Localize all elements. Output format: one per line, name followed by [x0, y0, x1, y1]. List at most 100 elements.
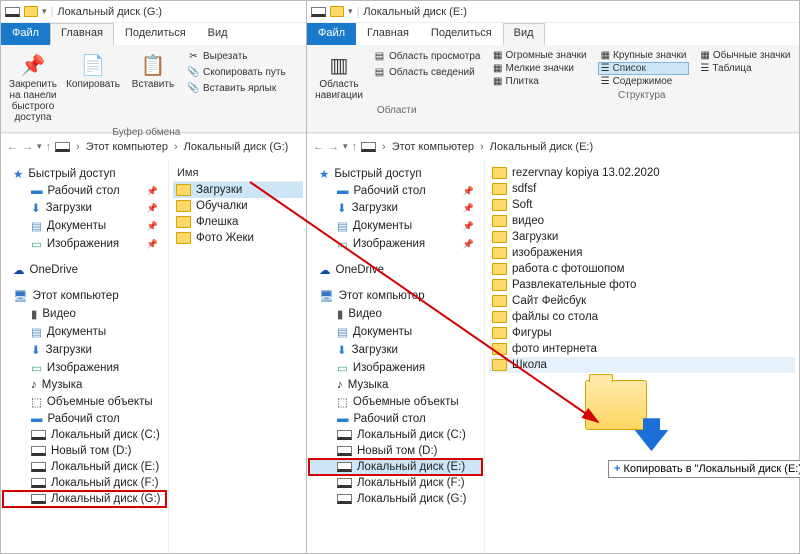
tab-share[interactable]: Поделиться — [420, 23, 503, 45]
paste-button[interactable]: 📋 Вставить — [125, 49, 181, 92]
tree-downloads-2[interactable]: ⬇Загрузки — [309, 341, 482, 359]
up-icon[interactable]: ↑ — [46, 141, 52, 153]
file-row[interactable]: Soft — [489, 197, 795, 213]
tree-onedrive[interactable]: ☁OneDrive — [3, 261, 166, 279]
tree-desktop[interactable]: ▬Рабочий стол📌 — [3, 183, 166, 199]
tree-pictures[interactable]: ▭Изображения📌 — [3, 235, 166, 253]
tree-quick-access[interactable]: ★Быстрый доступ — [309, 165, 482, 183]
tab-file[interactable]: Файл — [307, 23, 356, 45]
tree-documents[interactable]: ▤Документы📌 — [3, 217, 166, 235]
breadcrumb-drive[interactable]: Локальный диск (G:) — [184, 141, 289, 153]
view-normal[interactable]: ▦Обычные значки — [697, 49, 793, 62]
tab-main[interactable]: Главная — [356, 23, 420, 45]
tree-video[interactable]: ▮Видео — [309, 305, 482, 323]
view-list[interactable]: ☰Список — [598, 62, 690, 75]
breadcrumb[interactable]: ← → ▾ ↑ › Этот компьютер › Локальный дис… — [307, 133, 799, 159]
tree-documents-2[interactable]: ▤Документы — [3, 323, 166, 341]
view-small[interactable]: ▦Мелкие значки — [490, 62, 590, 75]
file-row[interactable]: Сайт Фейсбук — [489, 293, 795, 309]
tree-pictures[interactable]: ▭Изображения📌 — [309, 235, 482, 253]
dropdown-icon[interactable]: ▾ — [348, 6, 353, 17]
tree-downloads[interactable]: ⬇Загрузки📌 — [309, 199, 482, 217]
nav-tree[interactable]: ★Быстрый доступ ▬Рабочий стол📌 ⬇Загрузки… — [307, 159, 485, 553]
details-pane-button[interactable]: ▤Область сведений — [371, 65, 482, 80]
tab-view[interactable]: Вид — [503, 23, 545, 45]
tree-3d-objects[interactable]: ⬚Объемные объекты — [309, 393, 482, 411]
copy-button[interactable]: 📄 Копировать — [65, 49, 121, 92]
file-row[interactable]: Обучалки — [173, 198, 303, 214]
file-pane[interactable]: Имя Загрузки Обучалки Флешка Фото Жеки — [169, 159, 307, 553]
file-row[interactable]: Школа — [489, 357, 795, 373]
preview-pane-button[interactable]: ▤Область просмотра — [371, 49, 482, 64]
view-tiles[interactable]: ▦Плитка — [490, 75, 590, 88]
file-row[interactable]: изображения — [489, 245, 795, 261]
file-row[interactable]: видео — [489, 213, 795, 229]
file-row[interactable]: Загрузки — [173, 182, 303, 198]
tree-downloads[interactable]: ⬇Загрузки📌 — [3, 199, 166, 217]
tree-music[interactable]: ♪Музыка — [309, 377, 482, 393]
tree-drive-g[interactable]: Локальный диск (G:) — [3, 491, 166, 507]
file-row[interactable]: работа с фотошопом — [489, 261, 795, 277]
breadcrumb-pc[interactable]: Этот компьютер — [392, 141, 474, 153]
tree-documents[interactable]: ▤Документы📌 — [309, 217, 482, 235]
forward-icon[interactable]: → — [328, 141, 339, 153]
tab-main[interactable]: Главная — [50, 23, 114, 45]
file-row[interactable]: Загрузки — [489, 229, 795, 245]
nav-tree[interactable]: ★Быстрый доступ ▬Рабочий стол📌 ⬇Загрузки… — [1, 159, 169, 553]
column-header-name[interactable]: Имя — [173, 165, 303, 182]
tree-drive-e[interactable]: Локальный диск (E:) — [309, 459, 482, 475]
breadcrumb-drive[interactable]: Локальный диск (E:) — [490, 141, 594, 153]
file-row[interactable]: Фигуры — [489, 325, 795, 341]
copy-path-button[interactable]: 📎Скопировать путь — [185, 65, 288, 80]
tree-music[interactable]: ♪Музыка — [3, 377, 166, 393]
cut-button[interactable]: ✂Вырезать — [185, 49, 288, 64]
tree-pictures-2[interactable]: ▭Изображения — [309, 359, 482, 377]
file-row[interactable]: Флешка — [173, 214, 303, 230]
titlebar[interactable]: ▾ | Локальный диск (G:) — [1, 1, 307, 23]
file-row[interactable]: Фото Жеки — [173, 230, 303, 246]
tab-file[interactable]: Файл — [1, 23, 50, 45]
file-pane[interactable]: rezervnay kopiya 13.02.2020 sdfsf Soft в… — [485, 159, 799, 553]
forward-icon[interactable]: → — [22, 141, 33, 153]
up-icon[interactable]: ↑ — [352, 141, 358, 153]
tree-quick-access[interactable]: ★Быстрый доступ — [3, 165, 166, 183]
nav-pane-button[interactable]: ▥Область навигации — [311, 49, 367, 103]
file-row[interactable]: фото интернета — [489, 341, 795, 357]
tree-video[interactable]: ▮Видео — [3, 305, 166, 323]
tree-this-pc[interactable]: 🖥Этот компьютер — [309, 287, 482, 305]
tree-downloads-2[interactable]: ⬇Загрузки — [3, 341, 166, 359]
tree-drive-f[interactable]: Локальный диск (F:) — [3, 475, 166, 491]
tree-this-pc[interactable]: 🖥Этот компьютер — [3, 287, 166, 305]
file-row[interactable]: файлы со стола — [489, 309, 795, 325]
view-large[interactable]: ▦Крупные значки — [598, 49, 690, 62]
breadcrumb-pc[interactable]: Этот компьютер — [86, 141, 168, 153]
file-row[interactable]: rezervnay kopiya 13.02.2020 — [489, 165, 795, 181]
view-content[interactable]: ☰Содержимое — [598, 75, 690, 88]
tree-3d-objects[interactable]: ⬚Объемные объекты — [3, 393, 166, 411]
dropdown-icon[interactable]: ▾ — [42, 6, 47, 17]
tree-desktop-2[interactable]: ▬Рабочий стол — [3, 411, 166, 427]
tree-drive-c[interactable]: Локальный диск (C:) — [3, 427, 166, 443]
pin-button[interactable]: 📌 Закрепить на панели быстрого доступа — [5, 49, 61, 125]
back-icon[interactable]: ← — [313, 141, 324, 153]
file-row[interactable]: sdfsf — [489, 181, 795, 197]
file-row[interactable]: Развлекательные фото — [489, 277, 795, 293]
tab-view[interactable]: Вид — [197, 23, 239, 45]
titlebar[interactable]: ▾ | Локальный диск (E:) — [307, 1, 799, 23]
view-huge[interactable]: ▦Огромные значки — [490, 49, 590, 62]
tab-share[interactable]: Поделиться — [114, 23, 197, 45]
view-table[interactable]: ☰Таблица — [697, 62, 793, 75]
tree-drive-c[interactable]: Локальный диск (C:) — [309, 427, 482, 443]
tree-onedrive[interactable]: ☁OneDrive — [309, 261, 482, 279]
tree-pictures-2[interactable]: ▭Изображения — [3, 359, 166, 377]
tree-drive-d[interactable]: Новый том (D:) — [3, 443, 166, 459]
tree-documents-2[interactable]: ▤Документы — [309, 323, 482, 341]
tree-drive-f[interactable]: Локальный диск (F:) — [309, 475, 482, 491]
tree-desktop[interactable]: ▬Рабочий стол📌 — [309, 183, 482, 199]
tree-desktop-2[interactable]: ▬Рабочий стол — [309, 411, 482, 427]
back-icon[interactable]: ← — [7, 141, 18, 153]
tree-drive-d[interactable]: Новый том (D:) — [309, 443, 482, 459]
tree-drive-g[interactable]: Локальный диск (G:) — [309, 491, 482, 507]
paste-shortcut-button[interactable]: 📎Вставить ярлык — [185, 81, 288, 96]
tree-drive-e[interactable]: Локальный диск (E:) — [3, 459, 166, 475]
